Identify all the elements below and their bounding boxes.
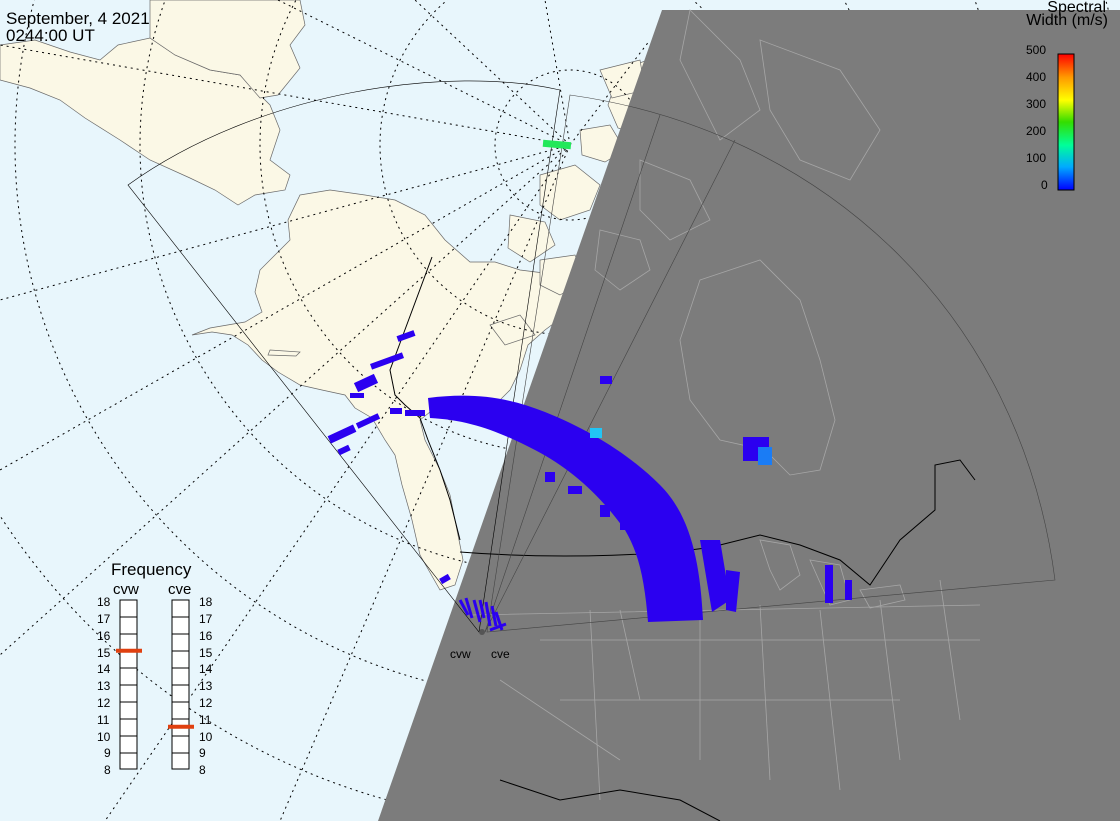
scatter-cell <box>405 410 425 416</box>
frequency-level-left: 8 <box>104 763 111 777</box>
scatter-cell <box>590 428 602 438</box>
frequency-level-left: 16 <box>97 629 111 643</box>
frequency-radar-label-cvw: cvw <box>113 581 139 598</box>
frequency-level-left: 13 <box>97 679 111 693</box>
scatter-cell <box>758 447 772 465</box>
colorbar-tick: 0 <box>1041 178 1048 192</box>
colorbar-title-line2: Width (m/s) <box>1026 12 1108 29</box>
colorbar-scale <box>1057 53 1075 191</box>
colorbar-tick: 500 <box>1026 43 1047 57</box>
frequency-level-left: 9 <box>104 746 111 760</box>
colorbar-tick: 400 <box>1026 70 1047 84</box>
scatter-cell <box>620 520 634 530</box>
frequency-level-right: 18 <box>199 595 213 609</box>
scatter-cell <box>350 393 364 398</box>
colorbar-tick: 100 <box>1026 151 1047 165</box>
frequency-level-right: 13 <box>199 679 213 693</box>
map-date: September, 4 2021 <box>6 9 150 28</box>
station-label-cvw: cvw <box>450 647 471 661</box>
scatter-cell <box>600 505 610 517</box>
scatter-cell <box>600 376 612 384</box>
frequency-level-left: 11 <box>97 713 110 727</box>
scatter-cell <box>580 462 598 472</box>
scatter-cell <box>390 408 402 414</box>
frequency-title: Frequency <box>111 560 192 579</box>
frequency-radar-label-cve: cve <box>168 581 192 598</box>
frequency-level-right: 8 <box>199 763 206 777</box>
frequency-level-left: 14 <box>97 662 111 676</box>
scatter-cell <box>545 472 555 482</box>
frequency-level-left: 18 <box>97 595 111 609</box>
scatter-cell <box>568 486 582 494</box>
frequency-level-left: 17 <box>97 612 111 626</box>
station-label-cve: cve <box>491 647 510 661</box>
polar-map <box>0 0 1120 821</box>
frequency-level-right: 15 <box>199 646 213 660</box>
frequency-level-left: 10 <box>97 730 111 744</box>
frequency-level-right: 14 <box>199 662 213 676</box>
frequency-level-right: 12 <box>199 696 213 710</box>
colorbar-tick: 300 <box>1026 97 1047 111</box>
superdarn-map-figure: September, 4 2021 0244:00 UT Spectral Wi… <box>0 0 1120 821</box>
frequency-level-right: 11 <box>199 713 212 727</box>
frequency-level-right: 9 <box>199 746 206 760</box>
map-time: 0244:00 UT <box>6 26 95 45</box>
scatter-cell <box>845 580 852 600</box>
radar-site-cvw <box>479 629 485 635</box>
frequency-level-left: 15 <box>97 646 111 660</box>
scatter-cell <box>825 565 833 603</box>
colorbar-tick: 200 <box>1026 124 1047 138</box>
frequency-level-right: 17 <box>199 612 213 626</box>
frequency-level-left: 12 <box>97 696 111 710</box>
frequency-level-right: 10 <box>199 730 213 744</box>
frequency-level-right: 16 <box>199 629 213 643</box>
